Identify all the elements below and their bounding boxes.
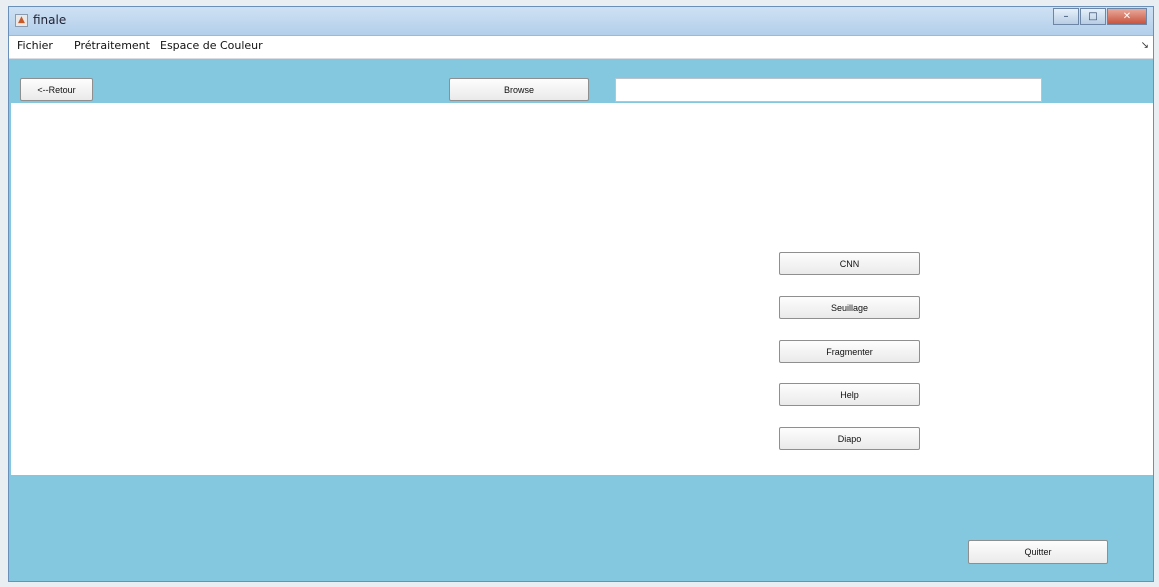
menu-fichier[interactable]: Fichier [17, 39, 53, 52]
window-controls: – □ ✕ [1052, 8, 1147, 25]
help-button[interactable]: Help [779, 383, 920, 406]
fragmenter-button[interactable]: Fragmenter [779, 340, 920, 363]
app-window: ▲ finale – □ ✕ Fichier Prétraitement Esp… [8, 6, 1154, 582]
quit-button[interactable]: Quitter [968, 540, 1108, 564]
seuillage-button[interactable]: Seuillage [779, 296, 920, 319]
dock-icon[interactable]: ↘ [1141, 40, 1149, 51]
image-display-area [11, 103, 1153, 475]
minimize-button[interactable]: – [1053, 8, 1079, 25]
close-button[interactable]: ✕ [1107, 8, 1147, 25]
browse-button[interactable]: Browse [449, 78, 589, 101]
menu-pretraitement[interactable]: Prétraitement [74, 39, 150, 52]
back-button[interactable]: <--Retour [20, 78, 93, 101]
menu-bar: Fichier Prétraitement Espace de Couleur … [9, 36, 1153, 59]
menu-espace-de-couleur[interactable]: Espace de Couleur [160, 39, 263, 52]
maximize-button[interactable]: □ [1080, 8, 1106, 25]
diapo-button[interactable]: Diapo [779, 427, 920, 450]
cnn-button[interactable]: CNN [779, 252, 920, 275]
title-bar[interactable]: ▲ finale – □ ✕ [9, 7, 1153, 36]
matlab-icon: ▲ [15, 14, 28, 27]
window-title: finale [33, 13, 67, 27]
file-path-field[interactable] [615, 78, 1042, 102]
